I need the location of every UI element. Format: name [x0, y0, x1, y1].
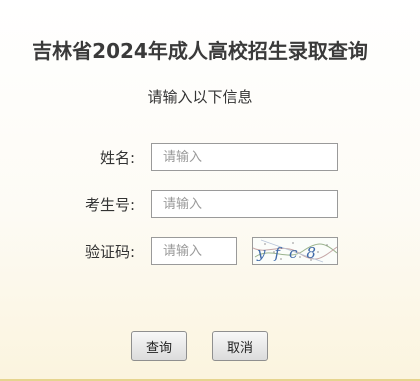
page-title: 吉林省2024年成人高校招生录取查询 — [32, 39, 368, 63]
name-row: 姓名: — [0, 143, 420, 171]
name-label: 姓名: — [99, 149, 135, 167]
name-input[interactable] — [151, 143, 338, 171]
captcha-text: yfc8 — [256, 244, 325, 262]
form-subtitle: 请输入以下信息 — [147, 88, 253, 106]
query-button[interactable]: 查询 — [131, 331, 187, 361]
exam-number-row: 考生号: — [0, 190, 420, 218]
exam-number-label: 考生号: — [84, 196, 135, 214]
verification-code-input[interactable] — [151, 237, 237, 265]
verification-code-row: 验证码: yfc8 — [0, 237, 420, 265]
captcha-image[interactable]: yfc8 — [252, 237, 338, 265]
cancel-button[interactable]: 取消 — [212, 331, 268, 361]
verification-code-label: 验证码: — [84, 243, 135, 261]
exam-number-input[interactable] — [151, 190, 338, 218]
